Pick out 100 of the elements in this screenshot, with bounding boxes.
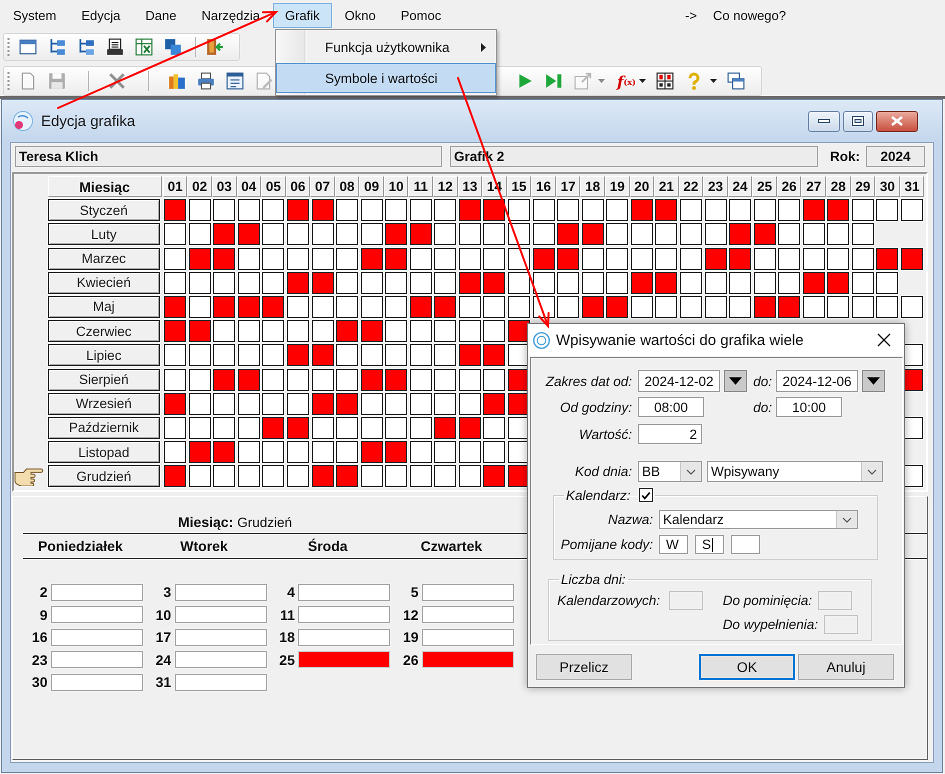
day-number: 3 bbox=[162, 584, 172, 600]
dialog-button[interactable]: Anuluj bbox=[798, 654, 894, 680]
tiles-icon[interactable] bbox=[164, 38, 182, 56]
time-field[interactable]: 10:00 bbox=[776, 397, 842, 417]
day-column-header: 06 bbox=[286, 176, 310, 197]
document-stack-icon[interactable] bbox=[106, 38, 124, 56]
date-field[interactable]: 2024-12-06 bbox=[776, 370, 858, 392]
whats-new-link[interactable]: Co nowego? bbox=[713, 8, 786, 22]
menu-item[interactable]: Edycja bbox=[69, 2, 132, 28]
day-field[interactable] bbox=[422, 651, 514, 668]
dialog-button[interactable]: Przelicz bbox=[536, 654, 632, 680]
day-field[interactable] bbox=[174, 674, 267, 691]
month-row-header[interactable]: Marzec bbox=[48, 248, 160, 270]
text-cursor-icon bbox=[712, 538, 714, 552]
toolbar-grip[interactable] bbox=[7, 38, 10, 56]
door-icon[interactable] bbox=[206, 38, 224, 56]
day-number: 30 bbox=[30, 674, 48, 690]
month-row-header[interactable]: Maj bbox=[48, 296, 160, 318]
close-icon bbox=[877, 333, 891, 347]
checkbox[interactable] bbox=[638, 488, 653, 502]
minimize-button[interactable] bbox=[808, 110, 840, 132]
field-label: Kalendarzowych: bbox=[556, 593, 660, 608]
spreadsheet-icon[interactable] bbox=[134, 38, 152, 56]
cascade-windows-icon[interactable] bbox=[727, 72, 746, 90]
day-field[interactable] bbox=[174, 606, 267, 624]
menu-item[interactable]: Grafik bbox=[272, 2, 332, 28]
day-field[interactable] bbox=[174, 628, 267, 646]
day-field[interactable] bbox=[422, 606, 514, 624]
day-column-header: 24 bbox=[728, 176, 752, 197]
field-label: do: bbox=[752, 374, 772, 388]
printer-icon[interactable] bbox=[196, 72, 214, 90]
day-field[interactable] bbox=[298, 651, 390, 668]
day-field[interactable] bbox=[51, 674, 143, 691]
app-icon bbox=[13, 111, 33, 131]
maximize-button[interactable] bbox=[843, 110, 873, 132]
month-row-header[interactable]: Wrzesień bbox=[48, 392, 160, 415]
month-row-header[interactable]: Styczeń bbox=[48, 199, 160, 222]
window-icon[interactable] bbox=[18, 38, 36, 56]
date-picker-button[interactable] bbox=[724, 370, 747, 392]
dropdown[interactable]: BB bbox=[638, 461, 702, 482]
date-picker-button[interactable] bbox=[862, 370, 885, 392]
form-icon[interactable] bbox=[226, 72, 244, 90]
books-icon[interactable] bbox=[168, 72, 186, 90]
menu-item[interactable]: Okno bbox=[332, 2, 388, 28]
day-field[interactable] bbox=[298, 628, 390, 646]
code-field[interactable] bbox=[731, 535, 760, 554]
menu-item[interactable]: System bbox=[1, 2, 68, 28]
field-label: Kod dnia: bbox=[574, 464, 632, 479]
maximize-icon bbox=[852, 116, 864, 126]
day-column-header: 27 bbox=[801, 176, 826, 197]
day-field[interactable] bbox=[422, 628, 514, 646]
month-row-header[interactable]: Sierpień bbox=[48, 368, 160, 390]
month-row-header[interactable]: Luty bbox=[48, 223, 160, 246]
day-column-header: 17 bbox=[556, 176, 580, 197]
day-field[interactable] bbox=[51, 651, 143, 668]
tree-icon[interactable] bbox=[76, 38, 94, 56]
app-icon bbox=[533, 332, 550, 348]
day-field[interactable] bbox=[51, 628, 143, 646]
year-field: 2024 bbox=[866, 146, 925, 166]
caret-icon[interactable] bbox=[710, 79, 717, 83]
day-number: 25 bbox=[278, 652, 295, 668]
month-row-header[interactable]: Kwiecień bbox=[48, 272, 160, 294]
dropdown[interactable]: Wpisywany bbox=[707, 461, 883, 482]
month-row-header[interactable]: Październik bbox=[48, 416, 160, 439]
field-label: Do wypełnienia: bbox=[722, 617, 818, 632]
date-field[interactable]: 2024-12-02 bbox=[638, 370, 720, 392]
day-field[interactable] bbox=[51, 584, 143, 600]
play-to-end-icon[interactable] bbox=[544, 72, 562, 90]
field-label: Zakres dat od: bbox=[544, 374, 632, 388]
day-field[interactable] bbox=[422, 584, 514, 600]
day-column-header: 13 bbox=[458, 176, 482, 197]
menu-item[interactable]: Pomoc bbox=[388, 2, 454, 28]
menu-item[interactable]: Funkcja użytkownika bbox=[276, 32, 496, 62]
day-field[interactable] bbox=[298, 606, 390, 624]
month-row-header[interactable]: Lipiec bbox=[48, 344, 160, 366]
time-field[interactable]: 08:00 bbox=[638, 397, 704, 417]
close-button[interactable] bbox=[876, 110, 918, 132]
day-field[interactable] bbox=[174, 584, 267, 600]
dialog-button[interactable]: OK bbox=[699, 654, 795, 680]
day-column-header: 02 bbox=[187, 176, 212, 197]
tree-icon[interactable] bbox=[48, 38, 66, 56]
day-field[interactable] bbox=[174, 651, 267, 668]
day-field[interactable] bbox=[51, 606, 143, 624]
month-row-header[interactable]: Listopad bbox=[48, 441, 160, 464]
day-number: 31 bbox=[154, 674, 172, 690]
day-number: 17 bbox=[154, 629, 172, 646]
dropdown[interactable]: Kalendarz bbox=[659, 510, 858, 529]
menu-item[interactable]: Symbole i wartości bbox=[276, 63, 496, 93]
day-field[interactable] bbox=[298, 584, 390, 600]
table-icon[interactable] bbox=[656, 72, 674, 90]
day-column-header: 04 bbox=[236, 176, 262, 197]
toolbar-grip[interactable] bbox=[7, 72, 10, 90]
month-row-header[interactable]: Czerwiec bbox=[48, 320, 160, 342]
menu-item[interactable]: Narzędzia bbox=[189, 2, 272, 28]
value-field[interactable]: 2 bbox=[638, 424, 702, 444]
caret-icon[interactable] bbox=[638, 79, 646, 83]
menu-item[interactable]: Dane bbox=[133, 2, 188, 28]
code-field[interactable]: S bbox=[695, 535, 724, 554]
month-row-header[interactable]: Grudzień bbox=[48, 465, 160, 488]
code-field[interactable]: W bbox=[659, 535, 688, 554]
